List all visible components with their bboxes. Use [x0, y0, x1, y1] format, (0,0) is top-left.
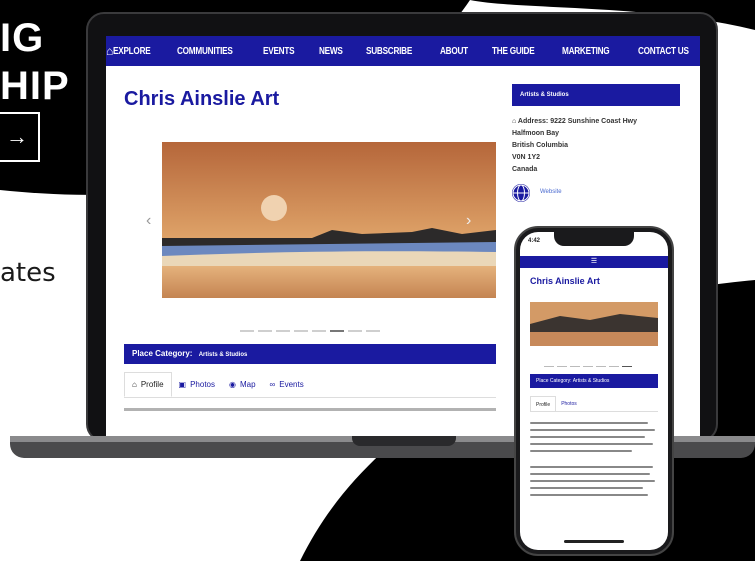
- slider-dot[interactable]: [366, 330, 380, 332]
- phone-tab-profile[interactable]: Profile: [530, 396, 557, 411]
- phone-profile-text: [530, 422, 658, 501]
- tab-photos[interactable]: ▣ Photos: [172, 372, 222, 397]
- listing-tabs: ⌂ Profile ▣ Photos ◉ Map ∞ Events: [124, 372, 496, 398]
- slider-dot-active[interactable]: [622, 366, 632, 367]
- phone-page-title: Chris Ainslie Art: [530, 276, 600, 286]
- nav-the-guide[interactable]: THE GUIDE: [492, 46, 535, 57]
- tab-label: Events: [279, 380, 304, 389]
- slider-dot[interactable]: [348, 330, 362, 332]
- website-link[interactable]: Website: [540, 189, 562, 195]
- phone-listing-tabs: Profile Photos: [530, 396, 658, 412]
- address-line: Canada: [512, 166, 538, 173]
- home-icon: ⌂: [132, 380, 137, 389]
- menu-icon[interactable]: ☰: [591, 258, 597, 265]
- slider-dot-active[interactable]: [330, 330, 344, 332]
- address-line: Halfmoon Bay: [512, 130, 560, 137]
- tab-events[interactable]: ∞ Events: [263, 372, 311, 397]
- slider-dot[interactable]: [609, 366, 619, 367]
- slider-prev-button[interactable]: ‹: [146, 212, 151, 230]
- hero-side-text: ates: [0, 258, 56, 288]
- phone-artwork-image: [530, 302, 658, 346]
- hero-title: IG HIP: [0, 16, 70, 108]
- hero-arrow-button[interactable]: →: [0, 112, 40, 162]
- slider-next-button[interactable]: ›: [466, 212, 471, 230]
- nav-contact-us[interactable]: CONTACT US: [638, 46, 689, 57]
- slider-dot[interactable]: [596, 366, 606, 367]
- slider-dot[interactable]: [240, 330, 254, 332]
- site-nav: ⌂ EXPLORE COMMUNITIES EVENTS NEWS SUBSCR…: [106, 36, 700, 66]
- slider-dot[interactable]: [557, 366, 567, 367]
- slider-dot[interactable]: [294, 330, 308, 332]
- address-line: British Columbia: [512, 142, 569, 149]
- slider-dot[interactable]: [276, 330, 290, 332]
- link-icon: ∞: [269, 380, 276, 389]
- place-category-label: Place Category:: [132, 349, 193, 358]
- page-title: Chris Ainslie Art: [124, 88, 280, 110]
- nav-explore[interactable]: EXPLORE: [113, 46, 151, 57]
- phone-tab-photos[interactable]: Photos: [556, 396, 582, 411]
- sidebar-category-heading[interactable]: Artists & Studios: [512, 84, 680, 106]
- phone-nav-bar: ☰: [520, 256, 668, 268]
- phone-home-indicator: [564, 540, 624, 543]
- phone-slider-dots: [544, 366, 632, 367]
- address-line: ⌂ Address: 9222 Sunshine Coast Hwy: [512, 118, 637, 125]
- globe-icon[interactable]: [512, 184, 530, 202]
- slider-dot[interactable]: [544, 366, 554, 367]
- place-category-value[interactable]: Artists & Studios: [573, 378, 610, 384]
- address-line: V0N 1Y2: [512, 154, 541, 161]
- slider-dot[interactable]: [258, 330, 272, 332]
- slider-dot[interactable]: [583, 366, 593, 367]
- nav-marketing[interactable]: MARKETING: [562, 46, 610, 57]
- tab-label: Photos: [190, 380, 215, 389]
- slider-dot[interactable]: [570, 366, 580, 367]
- tab-label: Map: [239, 380, 256, 389]
- phone-notch: [554, 232, 634, 246]
- nav-subscribe[interactable]: SUBSCRIBE: [366, 46, 412, 57]
- address-block: ⌂ Address: 9222 Sunshine Coast Hwy Halfm…: [512, 116, 637, 176]
- nav-events[interactable]: EVENTS: [263, 46, 295, 57]
- slider-dots: [240, 330, 380, 332]
- photo-icon: ▣: [178, 380, 187, 389]
- globe-icon: ◉: [229, 380, 236, 389]
- phone-screen: 4:42 ☰ Chris Ainslie Art Place Category:…: [520, 232, 668, 550]
- artwork-slide-image: [162, 142, 496, 298]
- phone-place-category-bar: Place Category: Artists & Studios: [530, 374, 658, 388]
- tab-label: Profile: [140, 380, 164, 389]
- tab-map[interactable]: ◉ Map: [222, 372, 263, 397]
- place-category-bar: Place Category: Artists & Studios: [124, 344, 496, 364]
- nav-communities[interactable]: COMMUNITIES: [177, 46, 233, 57]
- profile-text-preview: [124, 408, 496, 411]
- laptop-notch: [352, 436, 456, 446]
- slider-dot[interactable]: [312, 330, 326, 332]
- place-category-value[interactable]: Artists & Studios: [199, 352, 248, 358]
- tab-profile[interactable]: ⌂ Profile: [124, 372, 172, 397]
- nav-about[interactable]: ABOUT: [440, 46, 468, 57]
- place-category-label: Place Category:: [536, 378, 572, 384]
- nav-news[interactable]: NEWS: [319, 46, 343, 57]
- phone-status-time: 4:42: [528, 238, 541, 244]
